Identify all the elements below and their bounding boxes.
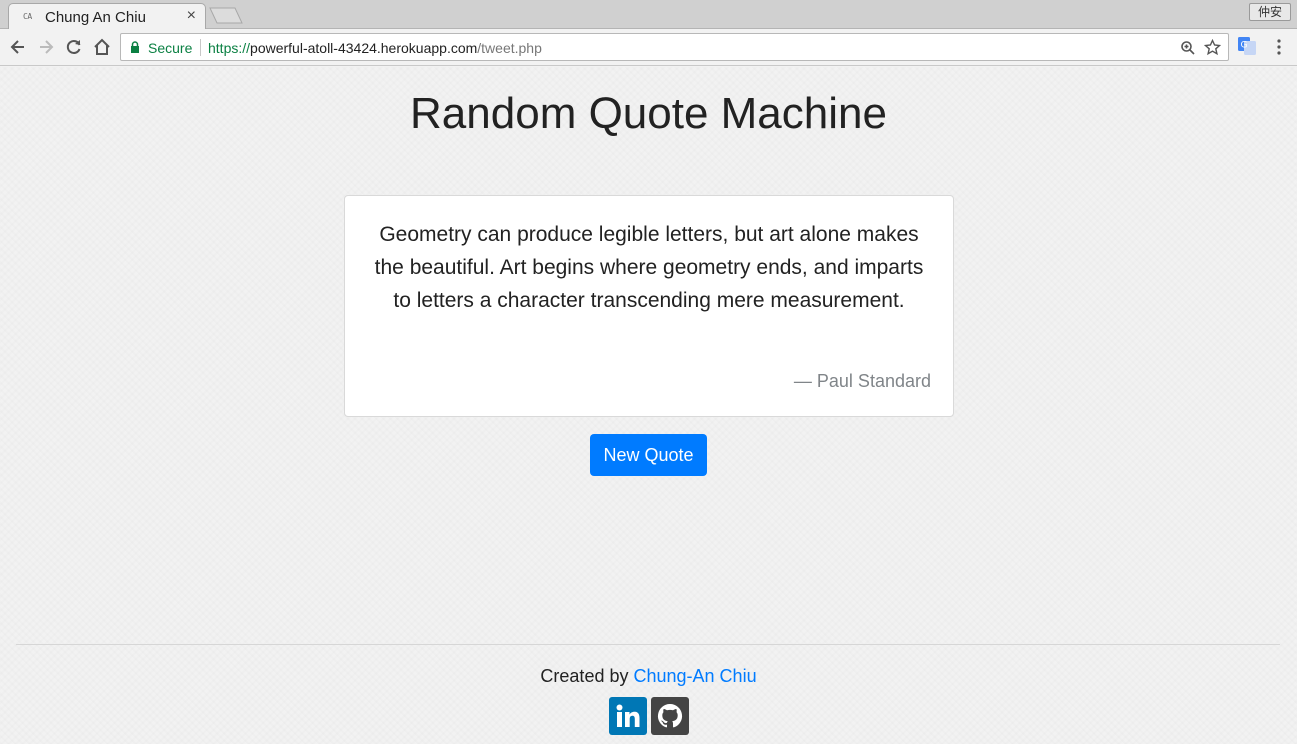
profile-button[interactable]: 仲安 [1249, 3, 1291, 21]
github-icon [657, 703, 683, 728]
url-scheme: https:// [208, 40, 251, 56]
lock-icon [131, 41, 139, 53]
home-icon[interactable] [92, 37, 112, 57]
svg-text:G: G [1241, 41, 1248, 51]
zoom-icon[interactable] [1180, 40, 1196, 56]
address-bar[interactable]: Secure https://powerful-atoll-43424.hero… [120, 33, 1229, 61]
translate-icon[interactable]: G [1238, 37, 1256, 55]
browser-tab[interactable]: CA Chung An Chiu × [8, 3, 206, 30]
quote-card: Geometry can produce legible letters, bu… [344, 195, 954, 417]
url-text[interactable]: https://powerful-atoll-43424.herokuapp.c… [208, 40, 542, 56]
secure-label: Secure [148, 40, 193, 56]
footer-credit: Created by Chung-An Chiu [0, 666, 1297, 687]
favicon-icon: CA [23, 12, 32, 21]
forward-icon[interactable] [36, 37, 56, 57]
url-path: /tweet.php [477, 40, 542, 56]
created-by-label: Created by [540, 666, 629, 686]
author-link[interactable]: Chung-An Chiu [634, 666, 757, 686]
chrome-menu-icon[interactable] [1271, 38, 1287, 56]
page-title: Random Quote Machine [410, 89, 887, 138]
browser-toolbar: Secure https://powerful-atoll-43424.hero… [0, 29, 1297, 66]
url-host: powerful-atoll-43424.herokuapp.com [250, 40, 478, 56]
quote-author: — Paul Standard [793, 371, 931, 391]
tab-title: Chung An Chiu [45, 9, 146, 26]
github-button[interactable] [651, 697, 689, 735]
reload-icon[interactable] [64, 37, 84, 57]
tab-strip: CA Chung An Chiu × 仲安 [0, 0, 1297, 30]
footer-divider [16, 644, 1280, 645]
linkedin-icon [616, 704, 640, 727]
page-content: Random Quote Machine Geometry can produc… [0, 67, 1297, 744]
linkedin-button[interactable] [609, 697, 647, 735]
new-quote-button[interactable]: New Quote [590, 434, 707, 476]
bookmark-star-icon[interactable] [1204, 39, 1221, 56]
quote-text: Geometry can produce legible letters, bu… [374, 223, 924, 312]
new-tab-button[interactable] [209, 7, 243, 24]
omnibox-divider [200, 39, 201, 56]
tab-close-icon[interactable]: × [187, 7, 196, 25]
back-icon[interactable] [8, 37, 28, 57]
